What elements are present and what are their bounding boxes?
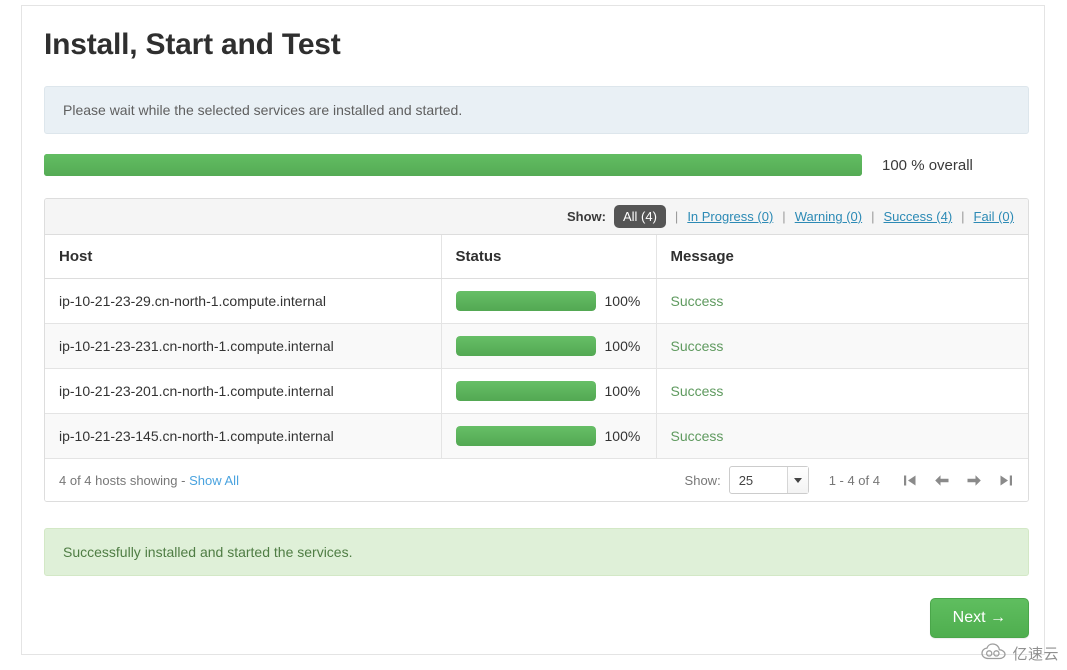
success-alert-message: Successfully installed and started the s… <box>63 544 353 560</box>
row-progress-bar <box>455 291 596 311</box>
cloud-logo-icon <box>981 643 1007 664</box>
status-badge: Success <box>670 428 724 444</box>
filter-success[interactable]: Success (4) <box>884 209 953 224</box>
status-badge: Success <box>670 293 724 309</box>
filter-fail[interactable]: Fail (0) <box>974 209 1014 224</box>
table-row: ip-10-21-23-201.cn-north-1.compute.inter… <box>45 368 1028 414</box>
row-progress-percent: 100% <box>604 383 641 399</box>
status-filter-bar: Show: All (4) | In Progress (0) | Warnin… <box>45 199 1028 235</box>
row-progress: 100% <box>455 381 656 401</box>
overall-progress-bar <box>44 154 862 176</box>
filter-separator-2: | <box>782 209 786 224</box>
status-badge: Success <box>670 338 724 354</box>
filter-warning[interactable]: Warning (0) <box>795 209 862 224</box>
row-progress-bar <box>455 381 596 401</box>
cell-host: ip-10-21-23-29.cn-north-1.compute.intern… <box>45 278 442 324</box>
page-title: Install, Start and Test <box>44 28 341 61</box>
cell-status: 100% <box>441 323 657 369</box>
page-size-label: Show: <box>684 472 721 488</box>
row-progress: 100% <box>455 291 656 311</box>
page-size-select[interactable]: 25 <box>728 466 809 494</box>
hosts-showing-text: 4 of 4 hosts showing - Show All <box>59 473 239 488</box>
cell-status: 100% <box>441 413 657 459</box>
show-all-link[interactable]: Show All <box>189 473 239 488</box>
info-alert: Please wait while the selected services … <box>44 86 1029 134</box>
overall-progress-label: 100 % overall <box>882 156 973 174</box>
watermark: 亿速云 <box>981 643 1059 664</box>
chevron-down-icon <box>786 467 808 493</box>
previous-page-icon[interactable] <box>934 472 950 488</box>
row-progress: 100% <box>455 426 656 446</box>
cell-message: Success <box>656 278 1028 324</box>
pager-buttons <box>902 472 1014 488</box>
filter-separator-3: | <box>871 209 875 224</box>
overall-progress-fill <box>44 154 862 176</box>
column-header-message: Message <box>656 235 1028 279</box>
cell-message: Success <box>656 323 1028 369</box>
filter-separator-1: | <box>674 209 679 224</box>
table-row: ip-10-21-23-145.cn-north-1.compute.inter… <box>45 413 1028 459</box>
cell-host: ip-10-21-23-231.cn-north-1.compute.inter… <box>45 323 442 369</box>
row-progress-fill <box>455 381 596 401</box>
pagination-range: 1 - 4 of 4 <box>828 472 880 488</box>
row-progress-bar <box>455 426 596 446</box>
first-page-icon[interactable] <box>902 472 918 488</box>
table-header-row: Host Status Message <box>45 235 1028 279</box>
filter-separator-4: | <box>961 209 965 224</box>
row-progress: 100% <box>455 336 656 356</box>
cell-status: 100% <box>441 278 657 324</box>
hosts-showing-count: 4 of 4 hosts showing - <box>59 472 186 488</box>
table-row: ip-10-21-23-231.cn-north-1.compute.inter… <box>45 323 1028 369</box>
cell-host: ip-10-21-23-145.cn-north-1.compute.inter… <box>45 413 442 459</box>
cell-message: Success <box>656 368 1028 414</box>
column-header-host: Host <box>45 235 441 279</box>
cell-host: ip-10-21-23-201.cn-north-1.compute.inter… <box>45 368 442 414</box>
cell-message: Success <box>656 413 1028 459</box>
footer-actions: Next → <box>44 598 1029 638</box>
status-badge: Success <box>670 383 724 399</box>
next-button[interactable]: Next → <box>929 598 1029 638</box>
info-alert-message: Please wait while the selected services … <box>63 102 463 118</box>
row-progress-fill <box>455 336 596 356</box>
pagination-controls: Show: 25 1 - 4 of 4 <box>685 466 1014 494</box>
page-size-value: 25 <box>738 472 754 488</box>
table-row: ip-10-21-23-29.cn-north-1.compute.intern… <box>45 278 1028 324</box>
hosts-table-body: ip-10-21-23-29.cn-north-1.compute.intern… <box>45 278 1028 459</box>
success-alert: Successfully installed and started the s… <box>44 528 1029 576</box>
row-progress-percent: 100% <box>604 428 641 444</box>
overall-progress: 100 % overall <box>44 154 1029 176</box>
row-progress-fill <box>455 426 596 446</box>
column-header-status: Status <box>441 235 656 279</box>
cell-status: 100% <box>441 368 657 414</box>
row-progress-percent: 100% <box>604 338 641 354</box>
row-progress-percent: 100% <box>604 293 641 309</box>
page-frame: Install, Start and Test Please wait whil… <box>21 5 1045 655</box>
next-page-icon[interactable] <box>966 472 982 488</box>
last-page-icon[interactable] <box>998 472 1014 488</box>
watermark-text: 亿速云 <box>1012 646 1059 663</box>
hosts-table-head: Host Status Message <box>45 235 1028 279</box>
hosts-table: Host Status Message ip-10-21-23-29.cn-no… <box>45 235 1028 459</box>
filter-in-progress[interactable]: In Progress (0) <box>687 209 773 224</box>
filter-all[interactable]: All (4) <box>613 205 666 228</box>
filter-show-label: Show: <box>566 209 606 224</box>
hosts-panel: Show: All (4) | In Progress (0) | Warnin… <box>44 198 1029 502</box>
row-progress-bar <box>455 336 596 356</box>
page-content: Install, Start and Test Please wait whil… <box>44 28 1029 638</box>
table-footer: 4 of 4 hosts showing - Show All Show: 25… <box>45 459 1028 501</box>
row-progress-fill <box>455 291 596 311</box>
